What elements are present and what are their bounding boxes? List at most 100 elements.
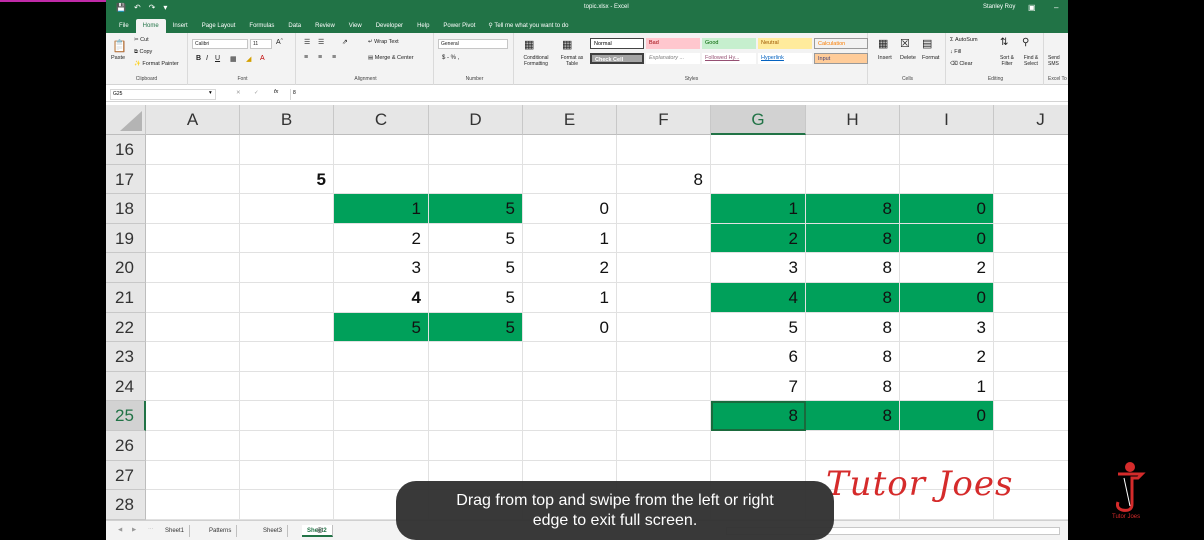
column-header-h[interactable]: H (806, 105, 900, 135)
cell-j20[interactable] (994, 253, 1068, 283)
ribbon-display-icon[interactable]: ▣ (1028, 3, 1036, 12)
cell-a19[interactable] (146, 223, 240, 254)
cell-f25[interactable] (617, 401, 711, 431)
format-cells-icon[interactable]: ▤ (922, 37, 932, 50)
cell-a21[interactable] (146, 283, 240, 313)
user-name[interactable]: Stanley Roy (983, 4, 1015, 10)
cell-a25[interactable] (146, 401, 240, 431)
cell-h20[interactable]: 8 (806, 253, 900, 283)
cell-i26[interactable] (900, 431, 994, 461)
cell-style-hyperlink[interactable]: Hyperlink (758, 53, 812, 64)
name-box[interactable]: G25 (110, 89, 216, 100)
cell-b18[interactable] (240, 194, 334, 224)
autosum-button[interactable]: Σ AutoSum (950, 37, 978, 43)
cell-d18[interactable]: 5 (429, 194, 523, 224)
cell-a23[interactable] (146, 342, 240, 372)
cell-h19[interactable]: 8 (806, 223, 900, 254)
cell-e17[interactable] (523, 164, 617, 195)
name-box-dropdown-icon[interactable]: ▾ (209, 90, 212, 96)
fill-button[interactable]: ↓ Fill (950, 49, 961, 55)
undo-icon[interactable]: ↶ (134, 3, 141, 12)
cell-c17[interactable] (334, 164, 429, 195)
cell-j17[interactable] (994, 165, 1068, 195)
sort-filter-icon[interactable]: ⇅ (1000, 37, 1008, 48)
tab-page-layout[interactable]: Page Layout (195, 19, 243, 33)
column-header-e[interactable]: E (523, 105, 617, 135)
minimize-icon[interactable]: – (1054, 3, 1058, 12)
cell-h23[interactable]: 8 (806, 342, 900, 372)
tab-developer[interactable]: Developer (369, 19, 410, 33)
cell-a18[interactable] (146, 194, 240, 224)
cell-c21[interactable]: 4 (334, 283, 429, 313)
cell-d26[interactable] (429, 431, 523, 461)
cell-d17[interactable] (429, 164, 523, 195)
cell-f26[interactable] (617, 431, 711, 461)
cell-h25[interactable]: 8 (806, 401, 900, 431)
cell-j19[interactable] (994, 224, 1068, 254)
align-right-icon[interactable]: ≡ (332, 54, 336, 61)
conditional-formatting-icon[interactable]: ▦ (524, 38, 534, 51)
cell-b20[interactable] (240, 253, 334, 283)
cell-i21[interactable]: 0 (900, 283, 994, 313)
italic-icon[interactable]: I (206, 55, 208, 62)
cell-b26[interactable] (240, 431, 334, 461)
sheet-tab-sheet3[interactable]: Sheet3 (258, 525, 289, 537)
column-header-j[interactable]: J (994, 105, 1068, 135)
currency-percent-buttons[interactable]: $ - % , (442, 55, 459, 61)
cancel-icon[interactable]: ✕ (236, 90, 241, 96)
cell-j23[interactable] (994, 342, 1068, 372)
cell-i24[interactable]: 1 (900, 371, 994, 402)
cut-button[interactable]: ✂ Cut (134, 37, 149, 43)
font-size-select[interactable]: 11 (250, 39, 272, 49)
cell-j18[interactable] (994, 194, 1068, 224)
cell-c26[interactable] (334, 431, 429, 461)
cell-e19[interactable]: 1 (523, 223, 617, 254)
cell-g17[interactable] (711, 164, 806, 195)
cell-f20[interactable] (617, 253, 711, 283)
enter-icon[interactable]: ✓ (254, 90, 259, 96)
format-painter-button[interactable]: ✨ Format Painter (134, 61, 179, 67)
cell-style-input[interactable]: Input (814, 53, 868, 64)
select-all-corner[interactable] (106, 105, 146, 135)
cell-a17[interactable] (146, 164, 240, 195)
row-header-19[interactable]: 19 (106, 223, 146, 254)
cell-d19[interactable]: 5 (429, 223, 523, 254)
cell-style-bad[interactable]: Bad (646, 38, 700, 49)
customize-toolbar-icon[interactable]: ▾ (163, 3, 167, 12)
cell-h21[interactable]: 8 (806, 283, 900, 313)
sheet-tab-patterns[interactable]: Patterns (204, 525, 238, 537)
format-cells-button[interactable]: Format (922, 55, 939, 61)
cell-g24[interactable]: 7 (711, 371, 806, 402)
cell-g19[interactable]: 2 (711, 223, 806, 254)
cell-d21[interactable]: 5 (429, 283, 523, 313)
cell-a24[interactable] (146, 371, 240, 402)
row-header-26[interactable]: 26 (106, 431, 146, 461)
cell-f24[interactable] (617, 371, 711, 402)
format-as-table-button[interactable]: Format as Table (556, 55, 588, 67)
row-header-27[interactable]: 27 (106, 460, 146, 491)
sort-filter-button[interactable]: Sort & Filter (994, 55, 1020, 67)
cell-d25[interactable] (429, 401, 523, 431)
tab-home[interactable]: Home (135, 19, 166, 33)
cell-b24[interactable] (240, 371, 334, 402)
cell-j25[interactable] (994, 401, 1068, 431)
cell-a22[interactable] (146, 312, 240, 343)
cell-c22[interactable]: 5 (334, 312, 429, 343)
cell-style-neutral[interactable]: Neutral (758, 38, 812, 49)
row-header-23[interactable]: 23 (106, 342, 146, 372)
column-header-d[interactable]: D (429, 105, 523, 135)
cell-f22[interactable] (617, 312, 711, 343)
paste-button[interactable]: Paste (111, 55, 125, 61)
tab-formulas[interactable]: Formulas (242, 19, 281, 33)
tab-help[interactable]: Help (410, 19, 436, 33)
cell-e26[interactable] (523, 431, 617, 461)
cell-i17[interactable] (900, 164, 994, 195)
column-header-g[interactable]: G (711, 105, 806, 135)
insert-function-icon[interactable]: fx (274, 89, 278, 95)
borders-icon[interactable]: ▦ (230, 55, 237, 63)
cell-style-explanatory[interactable]: Explanatory ... (646, 53, 700, 64)
insert-cells-icon[interactable]: ▦ (878, 37, 888, 50)
cell-f23[interactable] (617, 342, 711, 372)
save-icon[interactable]: 💾 (116, 3, 126, 12)
cell-h26[interactable] (806, 431, 900, 461)
